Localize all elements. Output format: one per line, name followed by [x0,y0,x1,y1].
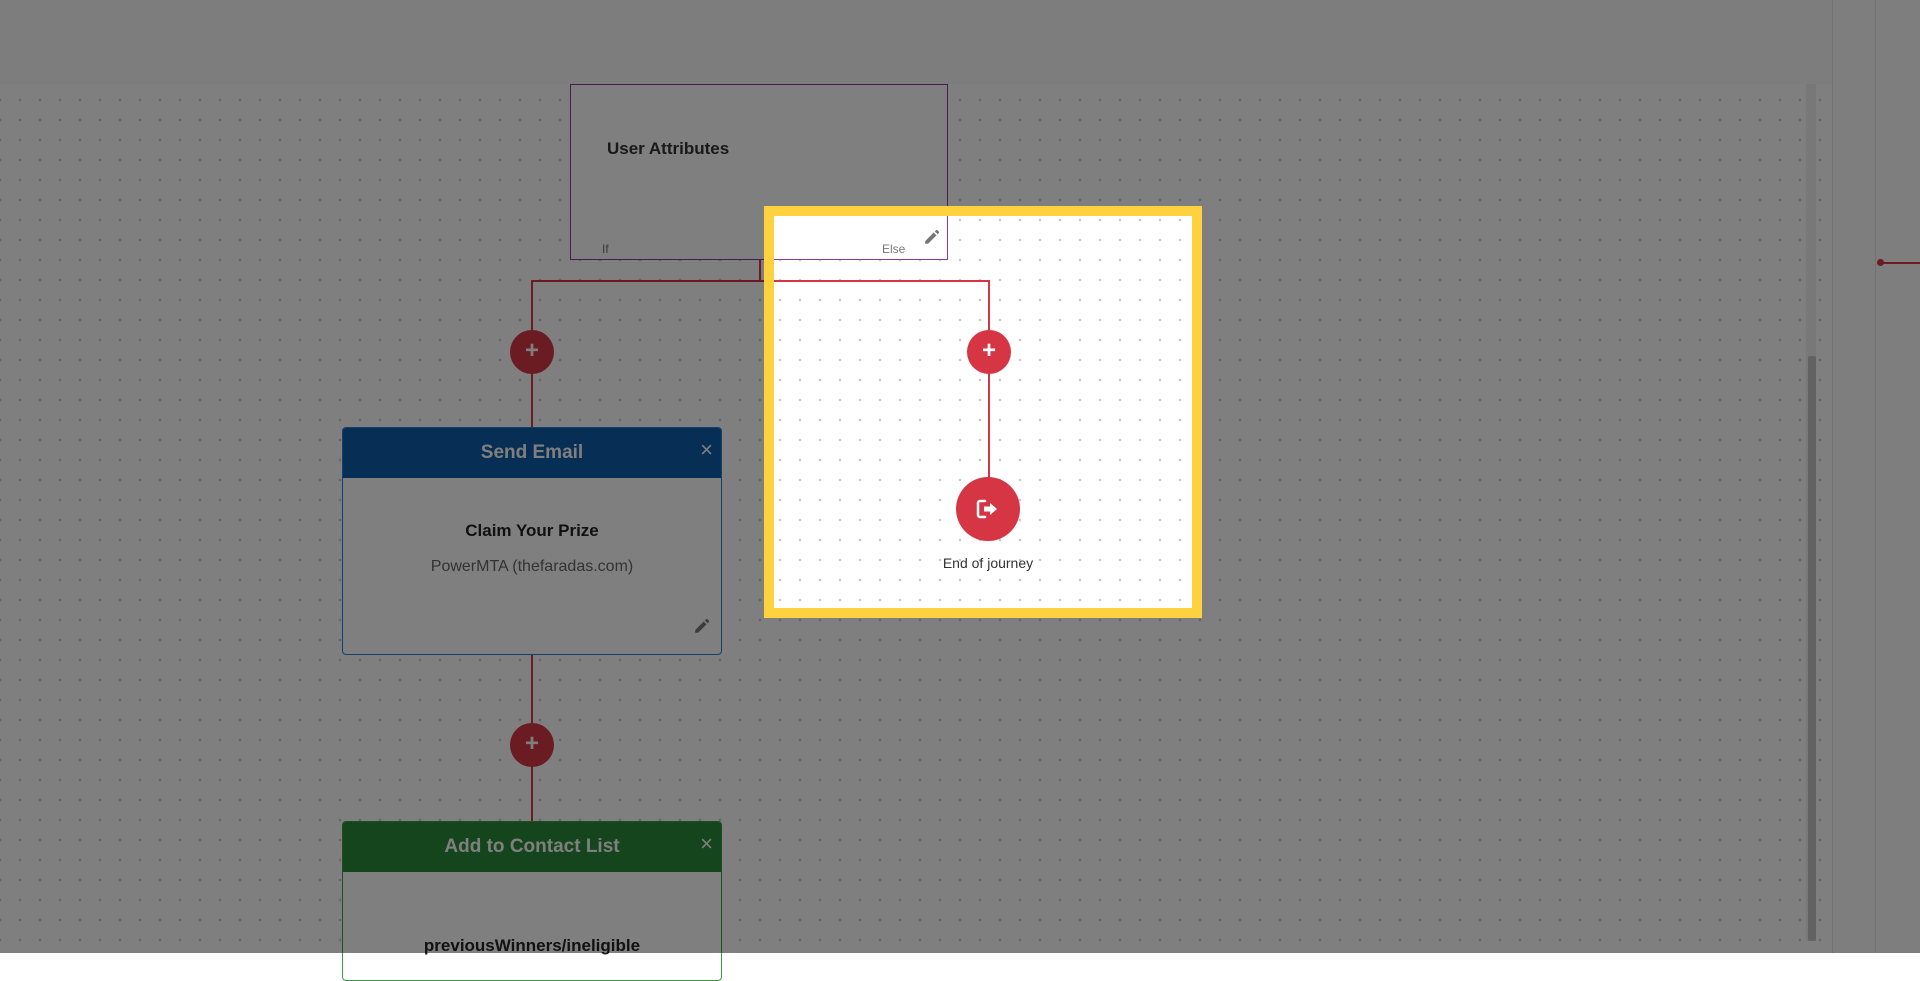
connector-if-branch-top [531,280,533,332]
send-email-node[interactable]: Send Email × Claim Your Prize PowerMTA (… [342,427,722,655]
plus-icon: + [981,337,996,364]
exit-icon [976,499,997,519]
add-step-button-else[interactable]: + [967,330,1011,374]
connector-if-to-email [531,372,533,428]
pencil-icon[interactable] [923,228,941,251]
email-sender: PowerMTA (thefaradas.com) [430,558,634,575]
contact-list-name: previousWinners/ineligible [423,936,641,955]
connector-condition-stem [759,260,761,282]
end-of-journey-label: End of journey [942,555,1034,571]
connector-branch-horizontal [531,280,990,282]
contact-list-title: Add to Contact List [444,836,620,857]
add-step-button-if[interactable]: + [510,330,554,374]
connector-plus-to-list [531,765,533,822]
user-attributes-condition-node[interactable]: User Attributes If Else [570,84,948,260]
end-of-journey-node[interactable] [956,477,1020,541]
connector-email-to-plus [531,655,533,725]
email-subject: Claim Your Prize [465,521,599,540]
pencil-icon[interactable] [693,617,711,640]
connector-else-branch-top [988,280,990,332]
plus-icon: + [524,337,539,364]
vertical-scrollbar-thumb[interactable] [1808,356,1816,941]
add-step-button-after-email[interactable]: + [510,723,554,767]
plus-icon: + [524,730,539,757]
close-icon[interactable]: × [700,822,713,866]
if-branch-label: If [602,242,609,256]
else-branch-label: Else [882,242,906,256]
connector-else-to-end [988,372,990,478]
contact-list-header: Add to Contact List × [343,822,721,872]
send-email-title: Send Email [480,442,584,463]
close-icon[interactable]: × [700,428,713,472]
top-toolbar [0,0,1832,85]
add-to-contact-list-node[interactable]: Add to Contact List × previousWinners/in… [342,821,722,981]
send-email-header: Send Email × [343,428,721,478]
condition-title: User Attributes [607,139,730,158]
minimap-panel [1832,0,1920,953]
connector-stub [1883,262,1920,264]
panel-divider [1875,0,1876,953]
